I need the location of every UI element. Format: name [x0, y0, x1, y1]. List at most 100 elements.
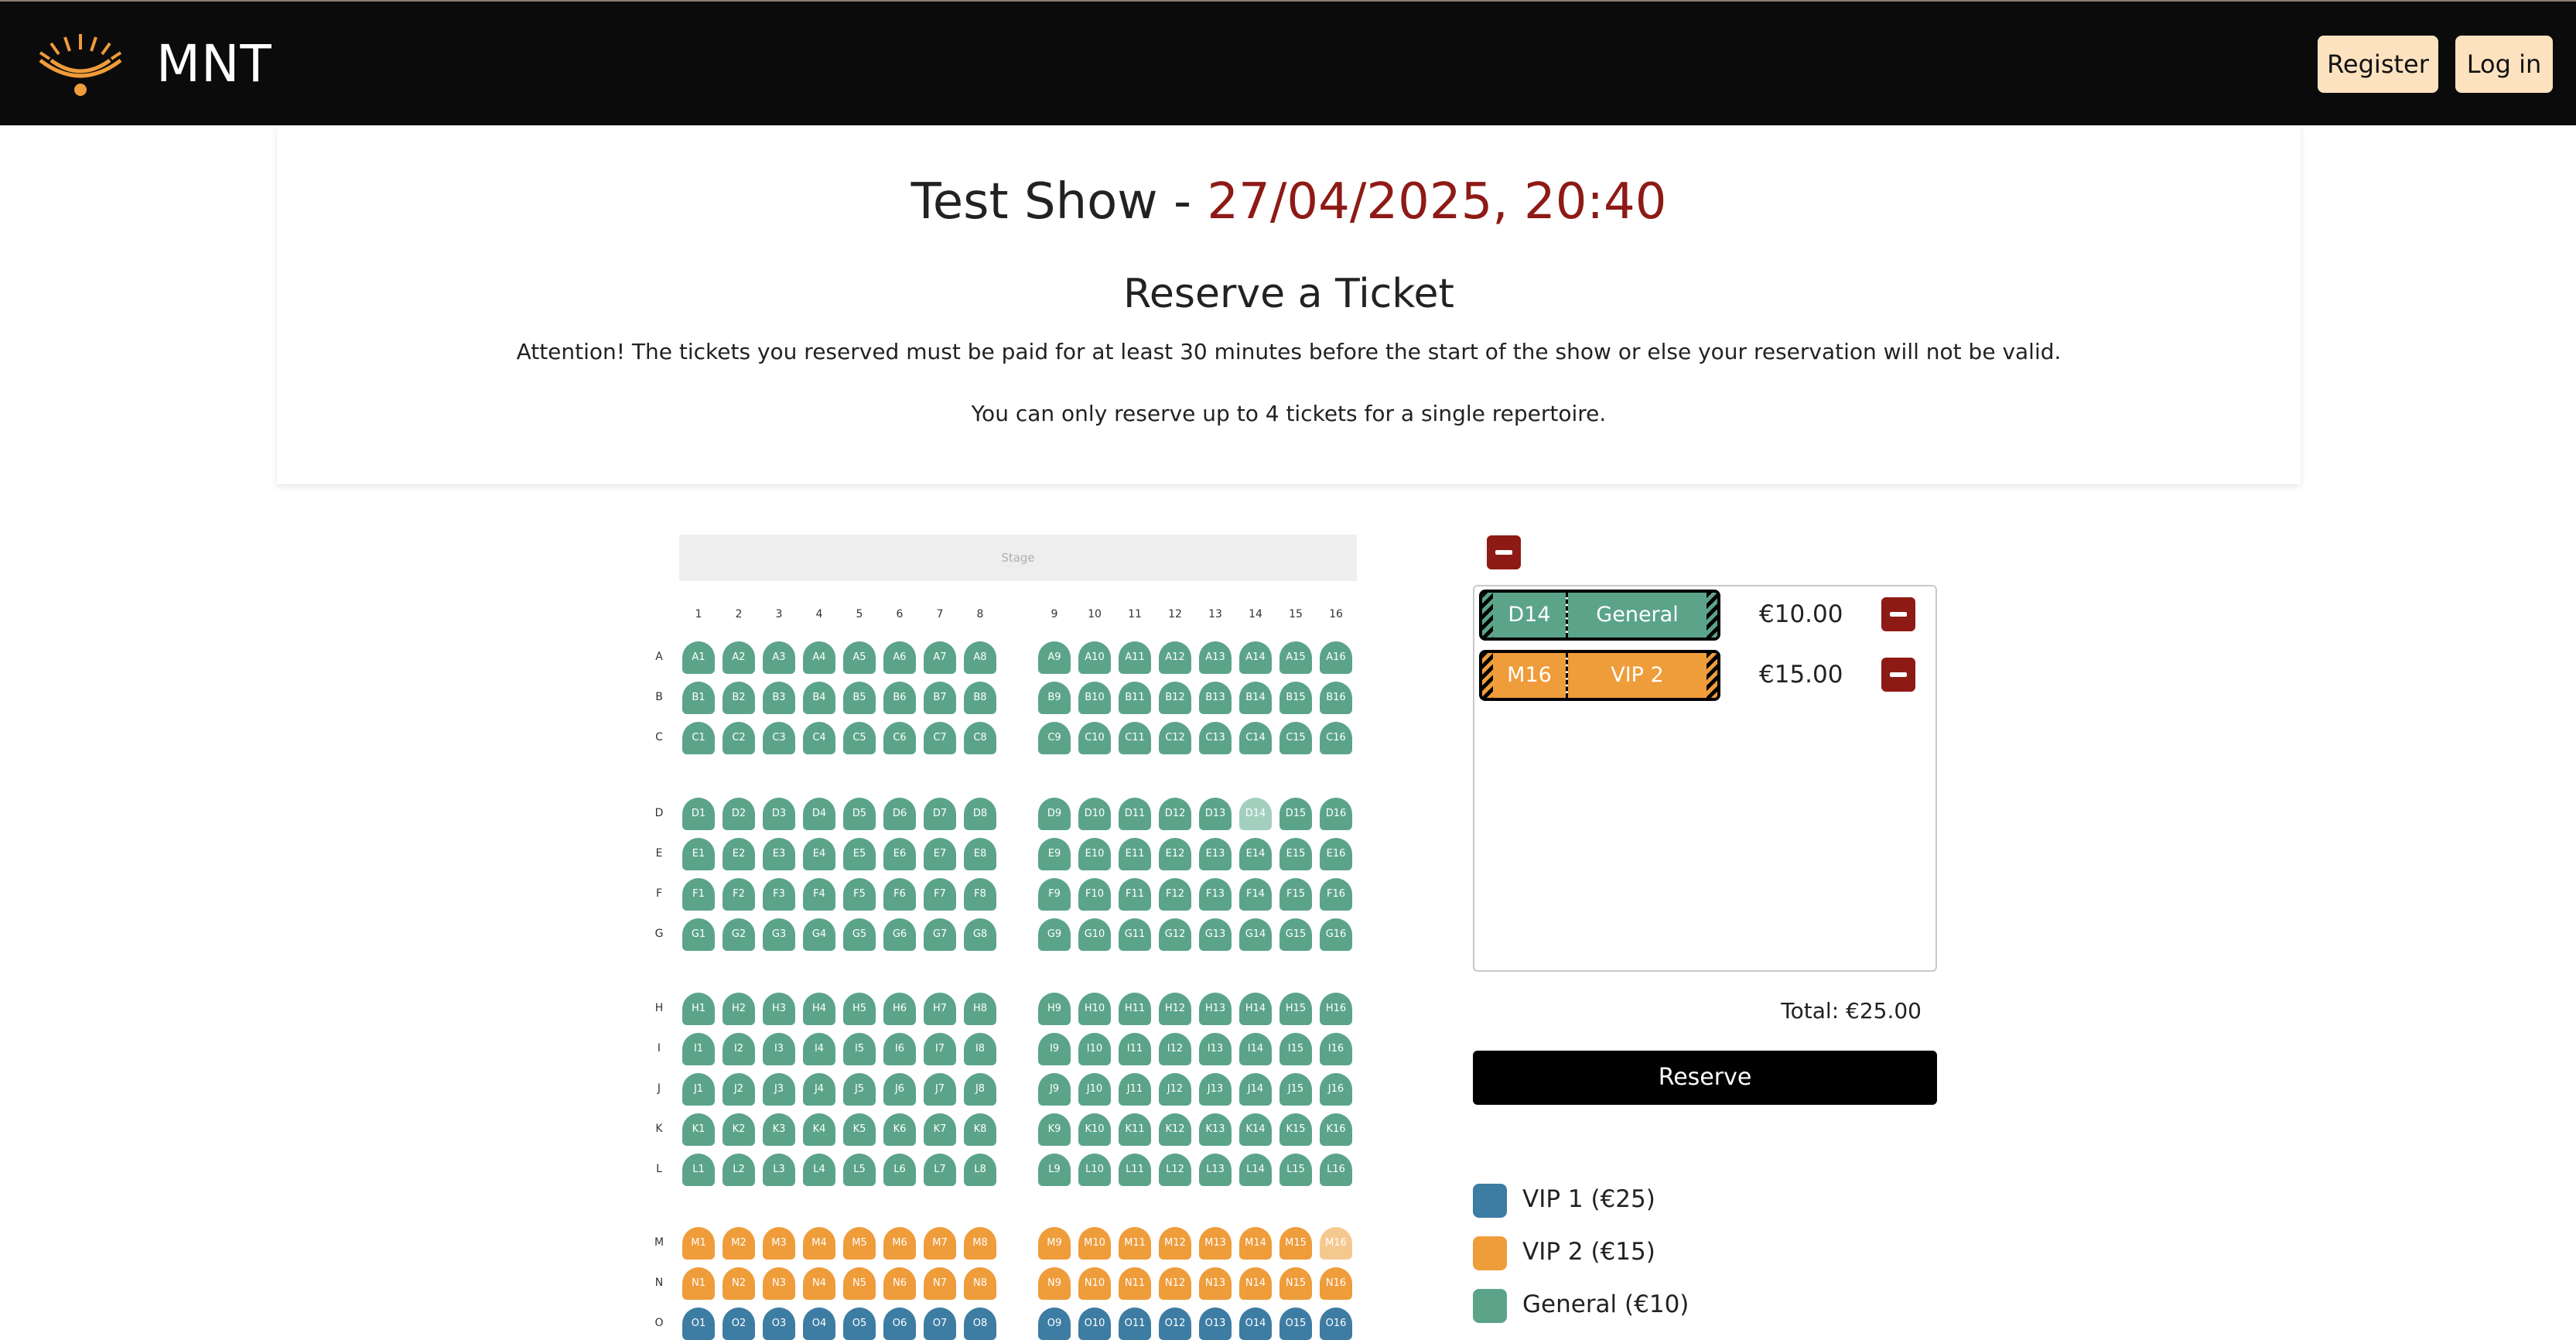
- seat-D13[interactable]: D13: [1199, 798, 1232, 830]
- seat-A3[interactable]: A3: [763, 641, 795, 674]
- seat-L5[interactable]: L5: [843, 1154, 876, 1186]
- reserve-button[interactable]: Reserve: [1473, 1051, 1937, 1105]
- seat-I15[interactable]: I15: [1279, 1033, 1312, 1065]
- seat-L2[interactable]: L2: [723, 1154, 755, 1186]
- seat-E9[interactable]: E9: [1038, 838, 1071, 870]
- seat-F6[interactable]: F6: [883, 878, 916, 911]
- seat-M15[interactable]: M15: [1279, 1227, 1312, 1260]
- seat-B14[interactable]: B14: [1239, 682, 1272, 714]
- seat-N10[interactable]: N10: [1078, 1267, 1111, 1300]
- seat-C1[interactable]: C1: [682, 722, 715, 754]
- seat-K10[interactable]: K10: [1078, 1113, 1111, 1146]
- seat-E13[interactable]: E13: [1199, 838, 1232, 870]
- seat-E7[interactable]: E7: [924, 838, 956, 870]
- seat-K15[interactable]: K15: [1279, 1113, 1312, 1146]
- seat-E4[interactable]: E4: [803, 838, 835, 870]
- seat-C14[interactable]: C14: [1239, 722, 1272, 754]
- seat-M16[interactable]: M16: [1320, 1227, 1352, 1260]
- seat-B6[interactable]: B6: [883, 682, 916, 714]
- seat-O9[interactable]: O9: [1038, 1308, 1071, 1340]
- seat-J4[interactable]: J4: [803, 1073, 835, 1106]
- seat-J1[interactable]: J1: [682, 1073, 715, 1106]
- seat-G2[interactable]: G2: [723, 918, 755, 951]
- seat-C9[interactable]: C9: [1038, 722, 1071, 754]
- seat-G14[interactable]: G14: [1239, 918, 1272, 951]
- seat-D16[interactable]: D16: [1320, 798, 1352, 830]
- seat-B7[interactable]: B7: [924, 682, 956, 714]
- seat-C5[interactable]: C5: [843, 722, 876, 754]
- seat-E6[interactable]: E6: [883, 838, 916, 870]
- seat-B16[interactable]: B16: [1320, 682, 1352, 714]
- seat-F16[interactable]: F16: [1320, 878, 1352, 911]
- seat-G13[interactable]: G13: [1199, 918, 1232, 951]
- seat-B10[interactable]: B10: [1078, 682, 1111, 714]
- seat-N13[interactable]: N13: [1199, 1267, 1232, 1300]
- seat-E10[interactable]: E10: [1078, 838, 1111, 870]
- seat-H4[interactable]: H4: [803, 993, 835, 1025]
- seat-C15[interactable]: C15: [1279, 722, 1312, 754]
- seat-K12[interactable]: K12: [1159, 1113, 1191, 1146]
- seat-J3[interactable]: J3: [763, 1073, 795, 1106]
- seat-F7[interactable]: F7: [924, 878, 956, 911]
- seat-C6[interactable]: C6: [883, 722, 916, 754]
- seat-F4[interactable]: F4: [803, 878, 835, 911]
- seat-B11[interactable]: B11: [1119, 682, 1151, 714]
- seat-O5[interactable]: O5: [843, 1308, 876, 1340]
- seat-M5[interactable]: M5: [843, 1227, 876, 1260]
- seat-H10[interactable]: H10: [1078, 993, 1111, 1025]
- seat-I3[interactable]: I3: [763, 1033, 795, 1065]
- seat-D10[interactable]: D10: [1078, 798, 1111, 830]
- seat-E16[interactable]: E16: [1320, 838, 1352, 870]
- seat-I9[interactable]: I9: [1038, 1033, 1071, 1065]
- seat-A4[interactable]: A4: [803, 641, 835, 674]
- seat-A5[interactable]: A5: [843, 641, 876, 674]
- seat-C3[interactable]: C3: [763, 722, 795, 754]
- seat-L6[interactable]: L6: [883, 1154, 916, 1186]
- seat-G8[interactable]: G8: [964, 918, 996, 951]
- seat-G15[interactable]: G15: [1279, 918, 1312, 951]
- seat-K13[interactable]: K13: [1199, 1113, 1232, 1146]
- seat-I7[interactable]: I7: [924, 1033, 956, 1065]
- seat-J13[interactable]: J13: [1199, 1073, 1232, 1106]
- seat-K6[interactable]: K6: [883, 1113, 916, 1146]
- seat-B13[interactable]: B13: [1199, 682, 1232, 714]
- seat-D5[interactable]: D5: [843, 798, 876, 830]
- seat-I5[interactable]: I5: [843, 1033, 876, 1065]
- seat-F8[interactable]: F8: [964, 878, 996, 911]
- seat-H2[interactable]: H2: [723, 993, 755, 1025]
- seat-L16[interactable]: L16: [1320, 1154, 1352, 1186]
- seat-H9[interactable]: H9: [1038, 993, 1071, 1025]
- brand-name[interactable]: MNT: [156, 34, 272, 94]
- seat-K4[interactable]: K4: [803, 1113, 835, 1146]
- seat-D11[interactable]: D11: [1119, 798, 1151, 830]
- seat-F2[interactable]: F2: [723, 878, 755, 911]
- seat-O2[interactable]: O2: [723, 1308, 755, 1340]
- seat-D12[interactable]: D12: [1159, 798, 1191, 830]
- seat-C8[interactable]: C8: [964, 722, 996, 754]
- seat-O7[interactable]: O7: [924, 1308, 956, 1340]
- seat-N2[interactable]: N2: [723, 1267, 755, 1300]
- seat-G7[interactable]: G7: [924, 918, 956, 951]
- seat-J14[interactable]: J14: [1239, 1073, 1272, 1106]
- seat-B3[interactable]: B3: [763, 682, 795, 714]
- seat-G6[interactable]: G6: [883, 918, 916, 951]
- seat-B15[interactable]: B15: [1279, 682, 1312, 714]
- seat-E2[interactable]: E2: [723, 838, 755, 870]
- seat-I8[interactable]: I8: [964, 1033, 996, 1065]
- seat-D3[interactable]: D3: [763, 798, 795, 830]
- seat-B2[interactable]: B2: [723, 682, 755, 714]
- seat-M9[interactable]: M9: [1038, 1227, 1071, 1260]
- seat-L13[interactable]: L13: [1199, 1154, 1232, 1186]
- seat-G4[interactable]: G4: [803, 918, 835, 951]
- seat-J9[interactable]: J9: [1038, 1073, 1071, 1106]
- register-button[interactable]: Register: [2318, 36, 2438, 93]
- seat-G10[interactable]: G10: [1078, 918, 1111, 951]
- seat-N1[interactable]: N1: [682, 1267, 715, 1300]
- seat-A13[interactable]: A13: [1199, 641, 1232, 674]
- seat-H1[interactable]: H1: [682, 993, 715, 1025]
- seat-K16[interactable]: K16: [1320, 1113, 1352, 1146]
- seat-E1[interactable]: E1: [682, 838, 715, 870]
- seat-H6[interactable]: H6: [883, 993, 916, 1025]
- seat-A15[interactable]: A15: [1279, 641, 1312, 674]
- seat-O3[interactable]: O3: [763, 1308, 795, 1340]
